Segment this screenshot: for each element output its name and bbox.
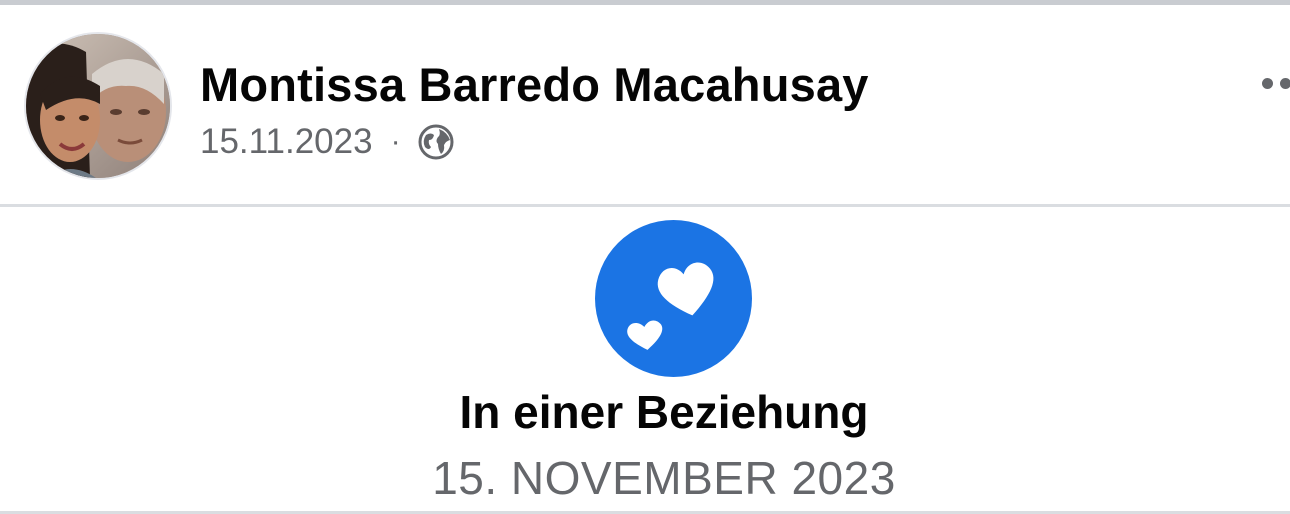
more-dots-icon-dot bbox=[1280, 77, 1290, 89]
life-event-date: 15. NOVEMBER 2023 bbox=[432, 452, 896, 504]
post-card: Montissa Barredo Macahusay 15.11.2023 · … bbox=[0, 0, 1290, 514]
meta-separator: · bbox=[390, 125, 401, 158]
post-meta: 15.11.2023 · bbox=[200, 120, 455, 164]
post-date[interactable]: 15.11.2023 bbox=[200, 122, 373, 162]
more-dots-icon bbox=[1262, 77, 1273, 89]
avatar[interactable] bbox=[24, 32, 172, 180]
life-event-title: In einer Beziehung bbox=[459, 386, 869, 438]
avatar-photo bbox=[26, 34, 170, 178]
author-name[interactable]: Montissa Barredo Macahusay bbox=[200, 57, 869, 112]
post-header: Montissa Barredo Macahusay 15.11.2023 · bbox=[0, 5, 1290, 205]
header-divider bbox=[0, 204, 1290, 207]
globe-icon bbox=[417, 123, 455, 161]
hearts-icon bbox=[595, 220, 752, 377]
more-options-button[interactable] bbox=[1262, 71, 1290, 95]
